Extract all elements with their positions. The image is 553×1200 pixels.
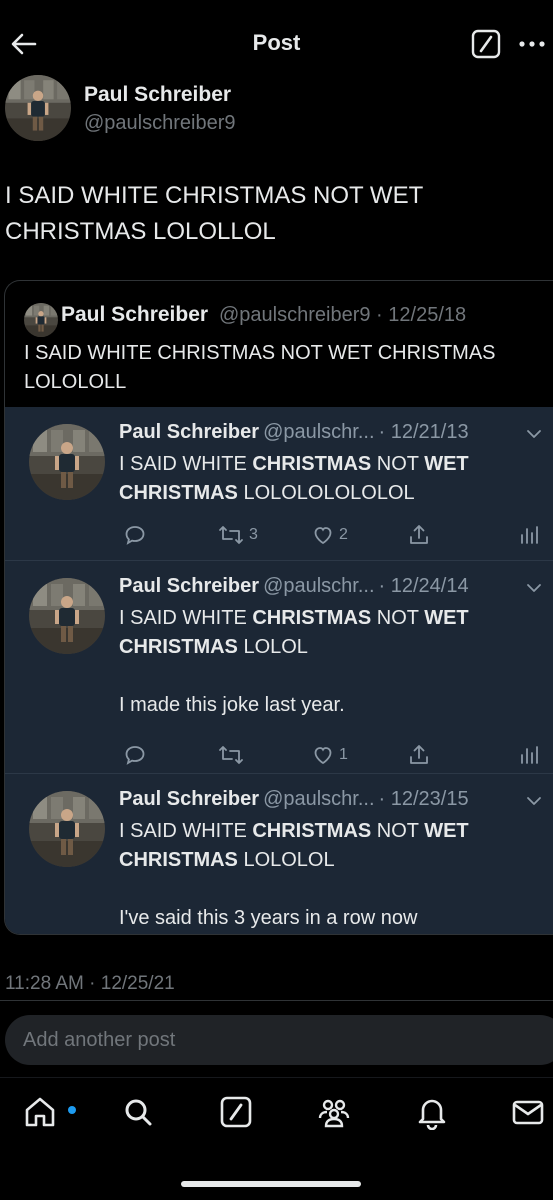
reply-handle: @paulschr... — [263, 421, 375, 443]
views-icon — [517, 741, 541, 769]
embedded-reply: Paul Schreiber @paulschr... · 12/24/14 I S… — [5, 561, 553, 774]
reply-handle: @paulschr... — [263, 788, 375, 810]
home-icon[interactable] — [22, 1094, 76, 1130]
messages-icon[interactable] — [510, 1094, 546, 1130]
avatar — [29, 578, 105, 654]
grok-icon[interactable] — [471, 29, 501, 59]
quote-text: I SAID WHITE CHRISTMAS NOT WET CHRISTMAS… — [24, 342, 496, 393]
reply-date: · 12/21/13 — [378, 421, 469, 443]
reply-actions: 1 — [119, 741, 549, 769]
reply-actions: 3 2 — [119, 521, 549, 549]
views-icon — [517, 521, 541, 549]
reply-author-name: Paul Schreiber — [119, 575, 260, 597]
quote-author-handle: @paulschreiber9 · 12/25/18 — [219, 304, 467, 326]
post-timestamp: 11:28 AM · 12/25/21 — [5, 973, 175, 994]
avatar — [29, 791, 105, 867]
reply-text: I SAID WHITE CHRISTMAS NOT WET CHRISTMAS… — [119, 607, 469, 658]
post-text: I SAID WHITE CHRISTMAS NOT WET CHRISTMAS… — [5, 182, 423, 245]
notification-dot — [68, 1106, 76, 1114]
author-avatar[interactable] — [5, 75, 71, 141]
chevron-down-icon — [525, 794, 543, 808]
retweet-icon — [217, 741, 249, 769]
reply-icon — [123, 521, 147, 549]
author-handle[interactable]: @paulschreiber9 — [84, 112, 236, 135]
quote-avatar — [24, 303, 58, 337]
retweet-icon: 3 — [217, 521, 258, 549]
share-icon — [407, 741, 431, 769]
heart-icon: 1 — [311, 741, 348, 769]
reply-text: I SAID WHITE CHRISTMAS NOT WET CHRISTMAS… — [119, 820, 469, 871]
notifications-icon[interactable] — [414, 1094, 450, 1131]
reply-comment: I've said this 3 years in a row now — [119, 907, 418, 929]
reply-header: Paul Schreiber @paulschr... · 12/23/15 — [119, 788, 469, 811]
reply-handle: @paulschr... — [263, 575, 375, 597]
like-count: 2 — [339, 526, 348, 543]
chevron-down-icon — [525, 581, 543, 595]
home-indicator — [181, 1181, 361, 1187]
reply-composer — [0, 1001, 553, 1076]
reply-comment: I made this joke last year. — [119, 694, 345, 716]
chevron-down-icon — [525, 427, 543, 441]
reply-date: · 12/23/15 — [378, 788, 469, 810]
reply-text: I SAID WHITE CHRISTMAS NOT WET CHRISTMAS… — [119, 453, 469, 504]
embedded-reply: Paul Schreiber @paulschr... · 12/21/13 I S… — [5, 407, 553, 561]
quote-author-name: Paul Schreiber — [61, 303, 209, 326]
embedded-reply: Paul Schreiber @paulschr... · 12/23/15 I S… — [5, 774, 553, 934]
reply-author-name: Paul Schreiber — [119, 421, 260, 443]
grok-tab-icon[interactable] — [218, 1094, 254, 1130]
search-icon[interactable] — [120, 1094, 156, 1130]
retweet-count: 3 — [249, 526, 258, 543]
quoted-post[interactable]: Paul Schreiber @paulschreiber9 · 12/25/1… — [4, 280, 553, 935]
author-name[interactable]: Paul Schreiber — [84, 83, 231, 107]
like-count: 1 — [339, 746, 348, 763]
reply-input[interactable] — [5, 1015, 553, 1065]
share-icon — [407, 521, 431, 549]
reply-icon — [123, 741, 147, 769]
reply-header: Paul Schreiber @paulschr... · 12/24/14 — [119, 575, 469, 598]
more-icon[interactable] — [517, 33, 547, 55]
reply-header: Paul Schreiber @paulschr... · 12/21/13 — [119, 421, 469, 444]
quoted-screenshot: Paul Schreiber @paulschr... · 12/21/13 I S… — [5, 407, 553, 934]
reply-author-name: Paul Schreiber — [119, 788, 260, 810]
top-bar: Post — [0, 0, 553, 78]
avatar — [29, 424, 105, 500]
heart-icon: 2 — [311, 521, 348, 549]
reply-date: · 12/24/14 — [378, 575, 469, 597]
communities-icon[interactable] — [316, 1094, 352, 1130]
